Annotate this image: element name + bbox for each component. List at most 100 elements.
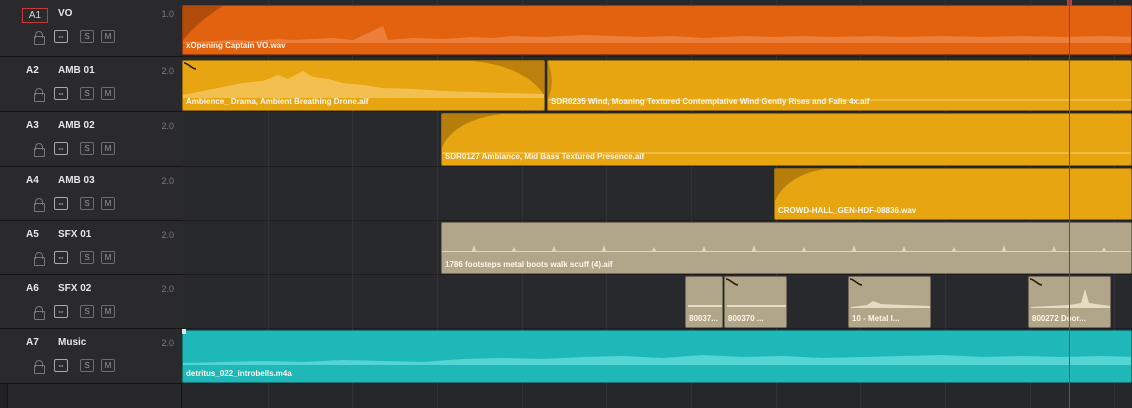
track-level: 2.0 [161,176,174,186]
track-controls: ⇔ S M [0,85,182,107]
lock-icon[interactable] [34,198,45,212]
clip-label: SDR0235 Wind, Moaning Textured Contempla… [551,97,870,106]
clip-label: SDR0127 Ambiance, Mid Bass Textured Pres… [445,152,645,161]
solo-button[interactable]: S [80,359,94,372]
track-header-top: A6 SFX 02 2.0 [0,275,182,301]
track-name[interactable]: SFX 01 [58,228,91,242]
link-icon[interactable]: ⇔ [54,251,68,264]
clip-label: xOpening Captain VO.wav [186,41,286,50]
track-header-a2[interactable]: A2 AMB 01 2.0 ⇔ S M [0,57,182,112]
clip-amb1b[interactable]: SDR0235 Wind, Moaning Textured Contempla… [547,60,1132,111]
track-header-a7[interactable]: A7 Music 2.0 ⇔ S M [0,329,182,384]
track-header-top: A5 SFX 01 2.0 [0,221,182,247]
link-icon[interactable]: ⇔ [54,30,68,43]
track-headers-panel: A1 VO 1.0 ⇔ S M A2 AMB 01 2.0 ⇔ S M A3 A… [0,0,182,408]
track-name[interactable]: SFX 02 [58,282,91,296]
mute-button[interactable]: M [101,359,115,372]
clip-label: CROWD-HALL_GEN-HDF-08836.wav [778,206,917,215]
track-level: 2.0 [161,121,174,131]
lock-icon[interactable] [34,360,45,374]
track-id-badge[interactable]: A4 [26,174,52,188]
track-header-top: A1 VO 1.0 [0,0,182,26]
track-id-badge[interactable]: A7 [26,336,52,350]
track-level: 1.0 [161,9,174,19]
clip-label: 1786 footsteps metal boots walk scuff (4… [445,260,613,269]
track-id-badge[interactable]: A3 [26,119,52,133]
in-point-marker[interactable] [182,329,186,334]
waveform-music [183,355,1131,365]
clip-music[interactable]: detritus_022_introbells.m4a [182,330,1132,383]
waveform-vo [183,6,1131,43]
mute-button[interactable]: M [101,251,115,264]
clip-sfx2c[interactable]: 10 - Metal I... [848,276,931,328]
link-icon[interactable]: ⇔ [54,142,68,155]
track-header-a3[interactable]: A3 AMB 02 2.0 ⇔ S M [0,112,182,167]
track-name[interactable]: Music [58,336,86,350]
clip-label: Ambience_ Drama, Ambient Breathing Drone… [186,97,369,106]
lock-icon[interactable] [34,306,45,320]
track-header-a1[interactable]: A1 VO 1.0 ⇔ S M [0,0,182,57]
track-level: 2.0 [161,230,174,240]
mute-button[interactable]: M [101,197,115,210]
link-icon[interactable]: ⇔ [54,197,68,210]
track-header-a6[interactable]: A6 SFX 02 2.0 ⇔ S M [0,275,182,329]
track-id-badge[interactable]: A5 [26,228,52,242]
mute-button[interactable]: M [101,87,115,100]
track-controls: ⇔ S M [0,28,182,50]
playhead-line[interactable] [1069,0,1070,408]
track-level: 2.0 [161,338,174,348]
mute-button[interactable]: M [101,305,115,318]
link-icon[interactable]: ⇔ [54,87,68,100]
track-level: 2.0 [161,66,174,76]
track-controls: ⇔ S M [0,303,182,325]
crossfade-icon[interactable] [725,277,739,286]
track-name[interactable]: VO [58,7,72,21]
clip-amb2[interactable]: SDR0127 Ambiance, Mid Bass Textured Pres… [441,113,1132,166]
solo-button[interactable]: S [80,305,94,318]
solo-button[interactable]: S [80,142,94,155]
clip-sfx1[interactable]: 1786 footsteps metal boots walk scuff (4… [441,222,1132,274]
track-controls: ⇔ S M [0,357,182,379]
track-id-badge[interactable]: A1 [22,8,48,23]
clip-amb1a[interactable]: Ambience_ Drama, Ambient Breathing Drone… [182,60,545,111]
clip-label: 10 - Metal I... [852,314,900,323]
lock-icon[interactable] [34,252,45,266]
clip-label: detritus_022_introbells.m4a [186,369,292,378]
track-header-a5[interactable]: A5 SFX 01 2.0 ⇔ S M [0,221,182,275]
track-level: 2.0 [161,284,174,294]
lock-icon[interactable] [34,88,45,102]
lock-icon[interactable] [34,31,45,45]
track-name[interactable]: AMB 02 [58,119,95,133]
solo-button[interactable]: S [80,87,94,100]
crossfade-icon[interactable] [849,277,863,286]
track-header-top: A7 Music 2.0 [0,329,182,355]
solo-button[interactable]: S [80,197,94,210]
track-header-a4[interactable]: A4 AMB 03 2.0 ⇔ S M [0,167,182,221]
track-name[interactable]: AMB 03 [58,174,95,188]
track-name[interactable]: AMB 01 [58,64,95,78]
clip-vo[interactable]: xOpening Captain VO.wav [182,5,1132,55]
clip-label: 800370 ... [728,314,764,323]
crossfade-icon[interactable] [183,61,197,70]
track-header-top: A2 AMB 01 2.0 [0,57,182,83]
mute-button[interactable]: M [101,142,115,155]
track-id-badge[interactable]: A2 [26,64,52,78]
lane-a6[interactable] [182,275,1132,329]
clip-sfx2b[interactable]: 800370 ... [724,276,787,328]
clip-label: 800272 Door... [1032,314,1086,323]
solo-button[interactable]: S [80,251,94,264]
lock-icon[interactable] [34,143,45,157]
track-controls: ⇔ S M [0,195,182,217]
link-icon[interactable]: ⇔ [54,359,68,372]
clip-sfx2a[interactable]: 80037... [685,276,723,328]
mute-button[interactable]: M [101,30,115,43]
track-header-top: A4 AMB 03 2.0 [0,167,182,193]
solo-button[interactable]: S [80,30,94,43]
track-header-top: A3 AMB 02 2.0 [0,112,182,138]
timeline-area[interactable]: xOpening Captain VO.wav Ambience_ Drama,… [182,0,1132,408]
clip-amb3[interactable]: CROWD-HALL_GEN-HDF-08836.wav [774,168,1132,220]
crossfade-icon[interactable] [1029,277,1043,286]
track-id-badge[interactable]: A6 [26,282,52,296]
link-icon[interactable]: ⇔ [54,305,68,318]
track-controls: ⇔ S M [0,140,182,162]
